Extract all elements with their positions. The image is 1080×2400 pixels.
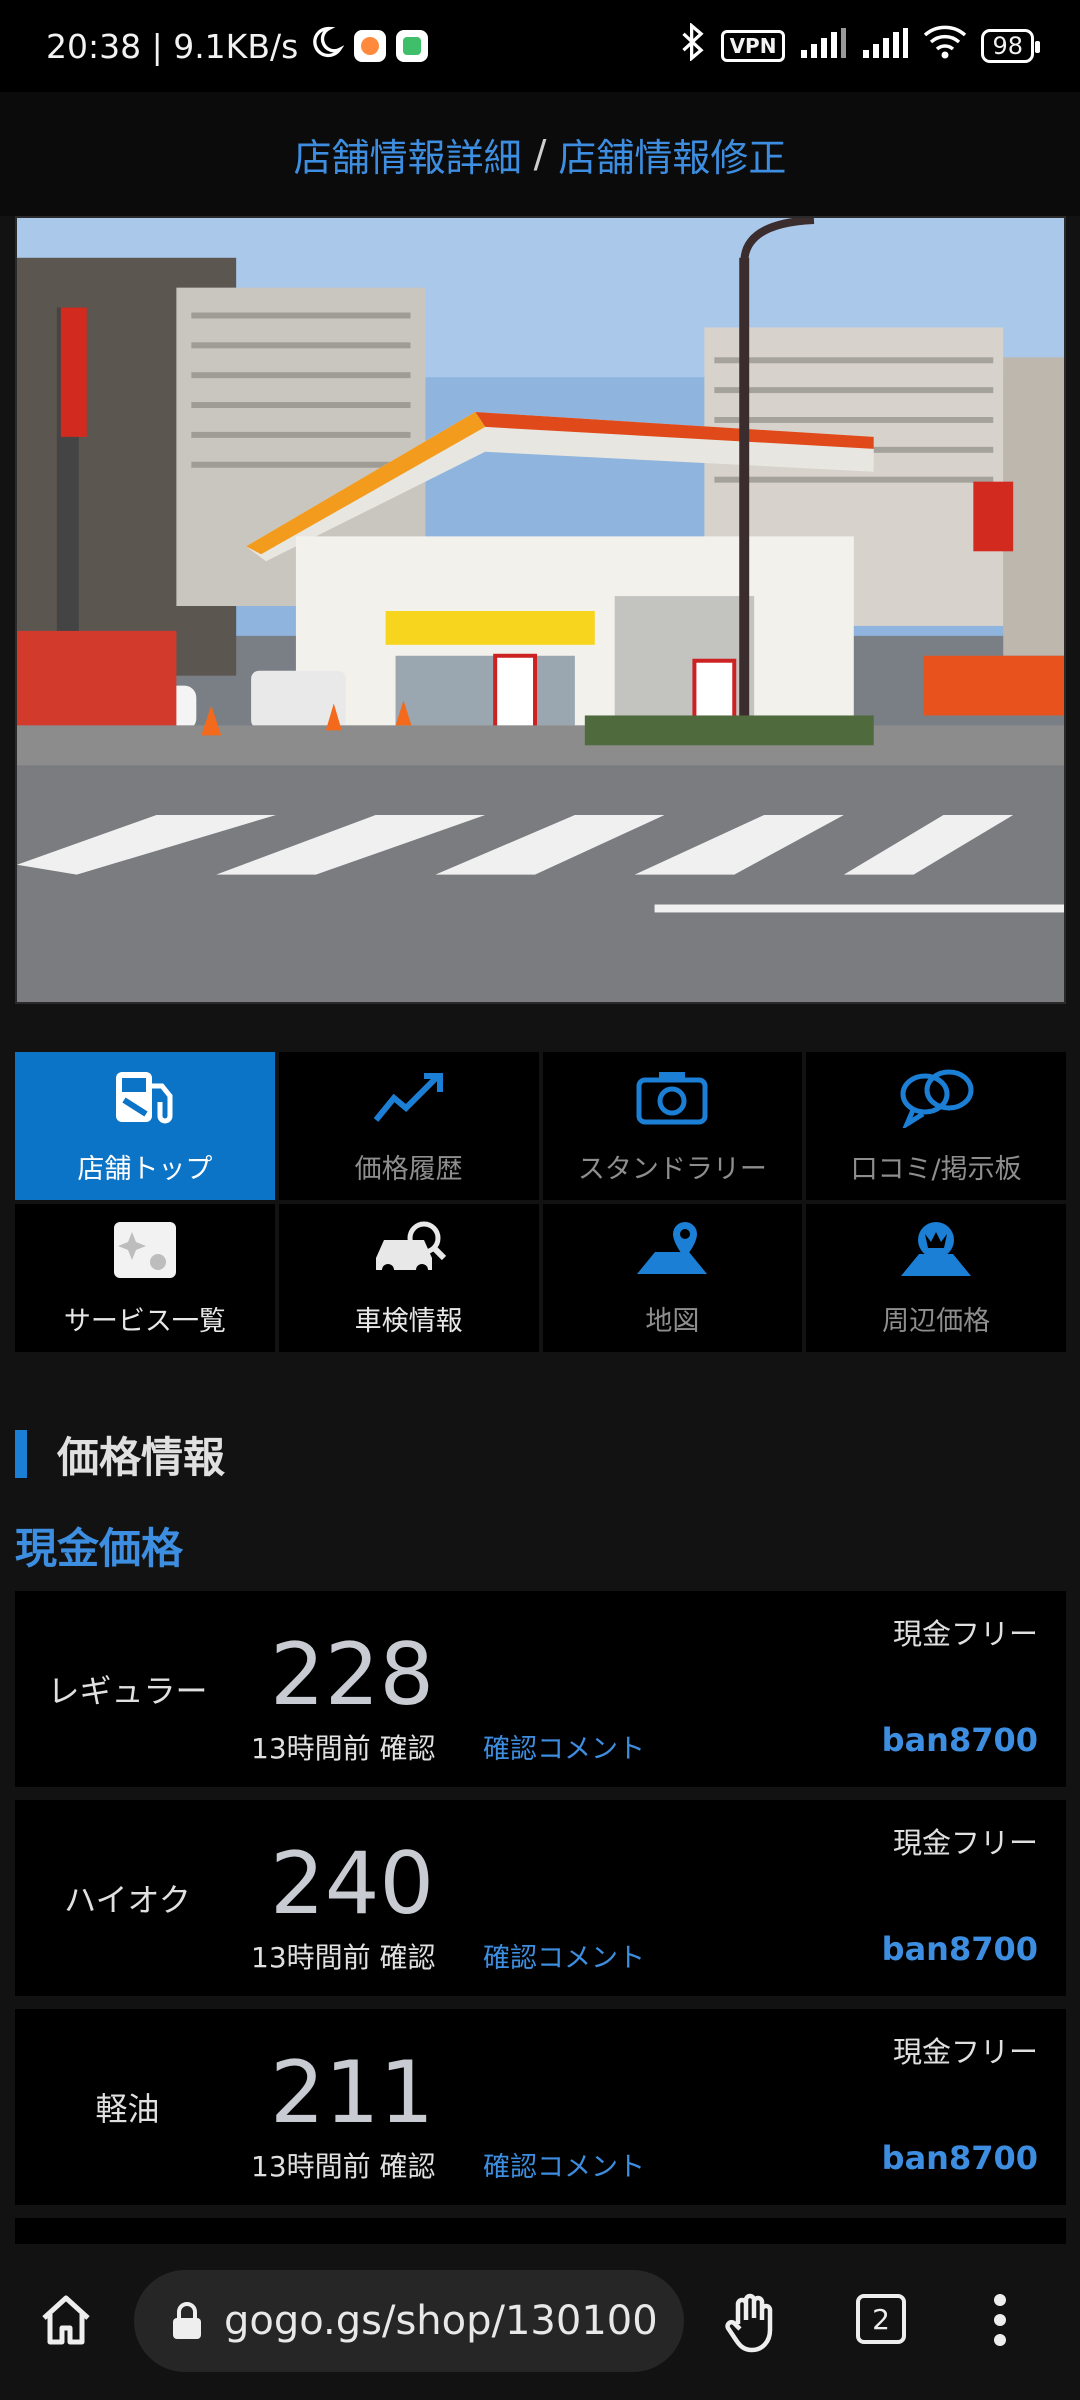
- confirm-comment-link[interactable]: 確認コメント: [483, 2145, 645, 2184]
- menu-label: 地図: [645, 1306, 700, 1337]
- confirm-comment-link[interactable]: 確認コメント: [483, 1727, 645, 1766]
- battery-icon: 98: [981, 29, 1040, 63]
- reporter-user-link[interactable]: ban8700: [882, 1930, 1038, 1968]
- notification-app-icon: [354, 30, 387, 62]
- shop-detail-link[interactable]: 店舗情報詳細: [294, 127, 522, 182]
- menu-label: 価格履歴: [354, 1154, 463, 1185]
- section-accent-bar: [15, 1430, 27, 1478]
- menu-stamp-rally[interactable]: スタンドラリー: [542, 1052, 803, 1200]
- status-time: 20:38 | 9.1KB/s: [46, 26, 299, 66]
- moon-icon: [308, 24, 345, 68]
- price-type: 現金フリー: [892, 1617, 1038, 1651]
- section-title-text: 価格情報: [57, 1432, 226, 1482]
- fuel-price: 211: [270, 2043, 435, 2143]
- fuel-type: 軽油: [95, 2090, 160, 2128]
- car-inspection-icon: [370, 1218, 448, 1287]
- price-type: 現金フリー: [892, 2035, 1038, 2069]
- menu-services[interactable]: サービス一覧: [15, 1204, 275, 1352]
- sparkle-service-icon: [106, 1218, 184, 1287]
- price-row-diesel[interactable]: 軽油 211 13時間前 確認 確認コメント 現金フリー ban8700: [15, 2009, 1066, 2205]
- shop-photo: [15, 216, 1066, 1004]
- menu-map[interactable]: 地図: [542, 1204, 803, 1352]
- speech-bubbles-icon: [897, 1066, 975, 1135]
- more-menu-icon[interactable]: [990, 2292, 1010, 2352]
- header-separator: /: [533, 132, 547, 176]
- browser-bottom-bar: gogo.gs/shop/130100 2: [0, 2244, 1080, 2400]
- wifi-icon: [923, 25, 967, 67]
- menu-vehicle-inspection[interactable]: 車検情報: [278, 1204, 539, 1352]
- price-row-partial: [15, 2218, 1066, 2244]
- menu-label: 車検情報: [354, 1306, 463, 1337]
- signal-icon: [799, 27, 847, 66]
- confirm-comment-link[interactable]: 確認コメント: [483, 1936, 645, 1975]
- price-row-regular[interactable]: レギュラー 228 13時間前 確認 確認コメント 現金フリー ban8700: [15, 1591, 1066, 1787]
- reporter-user-link[interactable]: ban8700: [882, 2139, 1038, 2177]
- address-bar[interactable]: gogo.gs/shop/130100: [134, 2270, 684, 2372]
- gas-station-icon: [106, 1066, 184, 1135]
- menu-label: サービス一覧: [63, 1306, 226, 1337]
- price-type: 現金フリー: [892, 1826, 1038, 1860]
- url-text: gogo.gs/shop/130100: [224, 2298, 658, 2344]
- vpn-icon: VPN: [720, 30, 786, 62]
- menu-shop-top[interactable]: 店舗トップ: [15, 1052, 275, 1200]
- shop-header: 店舗情報詳細 / 店舗情報修正: [0, 92, 1080, 216]
- fuel-price: 240: [270, 1834, 435, 1934]
- fuel-type: ハイオク: [64, 1881, 191, 1919]
- fuel-price: 228: [270, 1625, 435, 1725]
- price-row-high-octane[interactable]: ハイオク 240 13時間前 確認 確認コメント 現金フリー ban8700: [15, 1800, 1066, 1996]
- status-bar: 20:38 | 9.1KB/s VPN 98: [0, 0, 1080, 92]
- home-icon[interactable]: [36, 2290, 96, 2354]
- menu-nearby-prices[interactable]: 周辺価格: [806, 1204, 1066, 1352]
- menu-reviews-board[interactable]: 口コミ/掲示板: [806, 1052, 1066, 1200]
- tab-count: 2: [856, 2294, 906, 2344]
- shop-edit-link[interactable]: 店舗情報修正: [558, 127, 786, 182]
- hand-gesture-icon[interactable]: [718, 2290, 782, 2358]
- trend-up-icon: [370, 1066, 448, 1135]
- nearby-price-icon: [897, 1218, 975, 1287]
- map-pin-icon: [633, 1218, 711, 1287]
- menu-label: スタンドラリー: [577, 1154, 767, 1185]
- confirm-time: 13時間前 確認: [251, 1941, 436, 1974]
- tab-switcher-button[interactable]: 2: [856, 2294, 906, 2344]
- signal-icon-2: [861, 27, 909, 66]
- confirm-time: 13時間前 確認: [251, 1732, 436, 1765]
- cash-price-subtitle: 現金価格: [15, 1524, 184, 1573]
- menu-label: 店舗トップ: [77, 1154, 213, 1185]
- fuel-type: レギュラー: [47, 1672, 208, 1710]
- confirm-time: 13時間前 確認: [251, 2150, 436, 2183]
- menu-label: 周辺価格: [882, 1306, 991, 1337]
- menu-price-history[interactable]: 価格履歴: [278, 1052, 539, 1200]
- shop-menu-grid: 店舗トップ 価格履歴 スタンドラリー 口コミ/掲示板 サービス一覧 車検情報 地…: [15, 1052, 1066, 1352]
- shield-app-icon: [396, 30, 429, 62]
- lock-icon: [173, 2302, 201, 2339]
- camera-icon: [633, 1066, 711, 1135]
- menu-label: 口コミ/掲示板: [850, 1154, 1022, 1185]
- price-section-title: 価格情報: [15, 1422, 225, 1486]
- reporter-user-link[interactable]: ban8700: [882, 1721, 1038, 1759]
- bluetooth-icon: [679, 22, 707, 69]
